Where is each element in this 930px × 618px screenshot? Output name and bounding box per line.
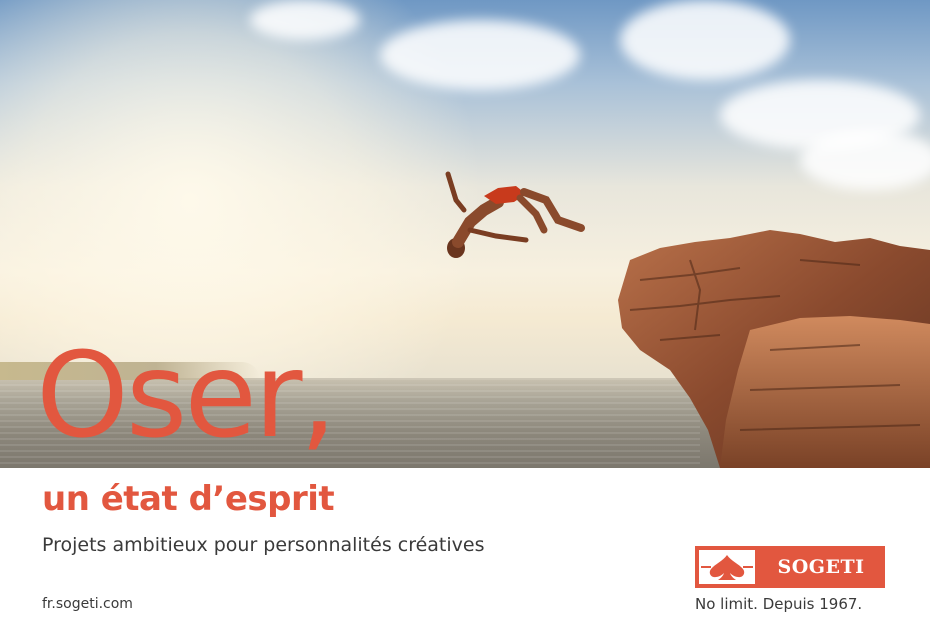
- cloud: [250, 0, 360, 40]
- tagline: Projets ambitieux pour personnalités cré…: [42, 534, 485, 556]
- headline: Oser,: [36, 326, 337, 464]
- spade-logo-icon: [699, 550, 755, 584]
- subheadline: un état d’esprit: [42, 479, 335, 519]
- cloud: [380, 20, 580, 90]
- advertisement: Oser, un état d’esprit Projets ambitieux…: [0, 0, 930, 618]
- website-link[interactable]: fr.sogeti.com: [42, 597, 133, 611]
- cloud: [620, 0, 790, 80]
- rock-cliff: [618, 230, 930, 468]
- brand-name: SOGETI: [777, 556, 865, 578]
- cloud: [800, 130, 930, 190]
- diver-figure: [445, 171, 585, 258]
- brand-slogan: No limit. Depuis 1967.: [695, 595, 863, 613]
- sogeti-logo: SOGETI: [695, 546, 885, 588]
